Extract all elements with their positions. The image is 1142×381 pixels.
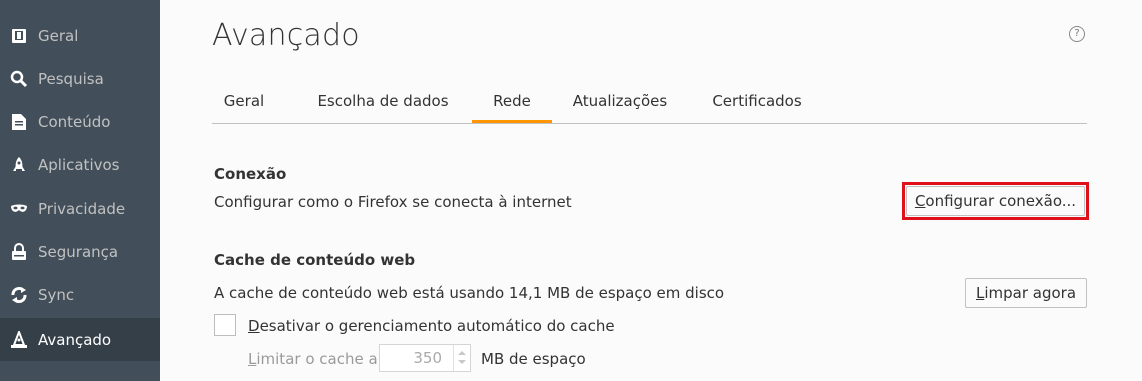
connection-description: Configurar como o Firefox se conecta à i… [214, 193, 572, 211]
sidebar-item-label: Avançado [38, 330, 112, 349]
sidebar-item-label: Segurança [38, 242, 119, 261]
decrement-arrow-icon[interactable] [458, 360, 466, 364]
button-label: impar agora [984, 284, 1077, 302]
cache-limit-unit: MB de espaço [481, 350, 586, 368]
document-icon [10, 113, 28, 131]
tab-geral[interactable]: Geral [212, 80, 276, 120]
sidebar-item-geral[interactable]: Geral [0, 14, 160, 57]
sidebar-item-label: Sync [38, 285, 75, 304]
access-key: D [248, 317, 260, 335]
sidebar-item-sync[interactable]: Sync [0, 273, 160, 316]
cache-limit-value: 350 [413, 349, 442, 367]
sidebar-item-label: Privacidade [38, 199, 126, 218]
cache-limit-stepper[interactable]: 350 [379, 344, 471, 372]
sync-icon [10, 286, 28, 304]
sidebar: Geral Pesquisa Conteúdo Aplicativos Priv… [0, 0, 160, 381]
connection-heading: Conexão [214, 165, 287, 183]
tab-bar: Geral Escolha de dados Rede Atualizações… [212, 80, 1087, 124]
page-title: Avançado [212, 18, 360, 53]
highlight-box [902, 182, 1089, 220]
sidebar-item-label: Pesquisa [38, 69, 104, 88]
cache-description: A cache de conteúdo web está usando 14,1… [214, 284, 725, 302]
sidebar-item-conteudo[interactable]: Conteúdo [0, 100, 160, 143]
tab-escolha-de-dados[interactable]: Escolha de dados [307, 80, 459, 120]
tab-certificados[interactable]: Certificados [702, 80, 812, 120]
sidebar-item-label: Aplicativos [38, 155, 120, 174]
general-icon [10, 27, 28, 45]
mask-icon [10, 200, 28, 218]
disable-cache-checkbox[interactable] [214, 314, 236, 336]
sidebar-item-label: Conteúdo [38, 112, 111, 131]
sidebar-item-label: Geral [38, 26, 79, 45]
lock-icon [10, 242, 28, 261]
sidebar-item-avancado[interactable]: Avançado [0, 318, 160, 361]
tab-atualizacoes[interactable]: Atualizações [564, 80, 676, 120]
limit-cache-label: Limitar o cache a [248, 350, 378, 368]
wizard-hat-icon [10, 330, 28, 349]
limit-label-text: imitar o cache a [256, 350, 378, 368]
sidebar-item-pesquisa[interactable]: Pesquisa [0, 57, 160, 100]
search-icon [10, 70, 28, 88]
sidebar-item-privacidade[interactable]: Privacidade [0, 187, 160, 230]
cache-heading: Cache de conteúdo web [214, 251, 416, 269]
disable-cache-label[interactable]: Desativar o gerenciamento automático do … [248, 317, 615, 335]
increment-arrow-icon[interactable] [458, 351, 466, 355]
rocket-icon [10, 156, 28, 174]
checkbox-label: esativar o gerenciamento automático do c… [259, 317, 615, 335]
stepper-arrows[interactable] [453, 345, 470, 371]
clear-cache-button[interactable]: Limpar agora [965, 278, 1087, 308]
access-key: L [975, 284, 985, 302]
sidebar-item-aplicativos[interactable]: Aplicativos [0, 143, 160, 186]
help-icon[interactable]: ? [1069, 26, 1085, 42]
sidebar-item-seguranca[interactable]: Segurança [0, 230, 160, 273]
tab-rede[interactable]: Rede [472, 80, 552, 123]
